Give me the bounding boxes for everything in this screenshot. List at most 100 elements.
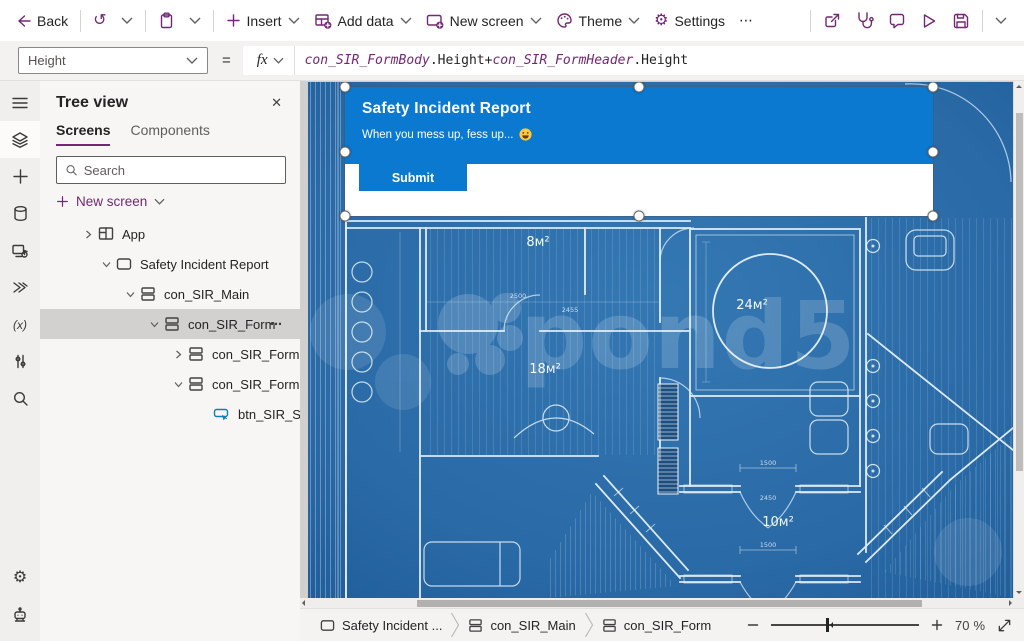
fx-dropdown[interactable]: fx bbox=[243, 46, 294, 75]
clipboard-icon bbox=[158, 12, 175, 29]
smiley-emoji-icon bbox=[519, 128, 532, 141]
tab-components[interactable]: Components bbox=[130, 122, 209, 146]
app-settings-gear-icon[interactable]: ⚙ bbox=[0, 559, 40, 596]
form-container-control[interactable]: Safety Incident Report When you mess up,… bbox=[345, 87, 933, 216]
zoom-percent-value[interactable]: 70 bbox=[955, 618, 969, 633]
insert-button[interactable]: Insert bbox=[219, 5, 307, 37]
tab-screens[interactable]: Screens bbox=[56, 122, 110, 146]
tree-item-container-formheader[interactable]: con_SIR_FormHeader bbox=[40, 339, 300, 369]
breadcrumb-container-form[interactable]: con_SIR_Form bbox=[594, 618, 719, 633]
formula-input[interactable]: con_SIR_FormBody.Height+con_SIR_FormHead… bbox=[295, 53, 689, 68]
scroll-up-arrow[interactable] bbox=[1016, 85, 1022, 88]
search-icon[interactable] bbox=[0, 380, 40, 417]
selection-handle[interactable] bbox=[928, 146, 939, 157]
property-selector[interactable]: Height bbox=[18, 47, 208, 74]
more-options-icon[interactable]: ⋯ bbox=[270, 317, 284, 331]
stethoscope-icon bbox=[855, 11, 874, 30]
breadcrumb-separator bbox=[450, 612, 460, 638]
new-screen-button-panel[interactable]: New screen bbox=[40, 190, 300, 219]
selection-handle[interactable] bbox=[634, 211, 645, 222]
selection-handle[interactable] bbox=[340, 82, 351, 93]
breadcrumb-container-main[interactable]: con_SIR_Main bbox=[460, 618, 583, 633]
scroll-left-arrow[interactable] bbox=[302, 600, 305, 606]
back-button[interactable]: Back bbox=[8, 5, 75, 37]
undo-button[interactable]: ↺ bbox=[86, 5, 113, 37]
vertical-scrollbar[interactable] bbox=[1013, 81, 1024, 598]
virtual-agent-bot-icon[interactable] bbox=[0, 596, 40, 633]
tree-item-container-main[interactable]: con_SIR_Main bbox=[40, 279, 300, 309]
tree-item-container-formbody[interactable]: con_SIR_FormBody bbox=[40, 369, 300, 399]
save-dropdown[interactable] bbox=[988, 5, 1014, 37]
tree-item-screen[interactable]: Safety Incident Report bbox=[40, 249, 300, 279]
paste-button[interactable] bbox=[151, 5, 182, 37]
submit-button[interactable]: Submit bbox=[359, 164, 467, 191]
formula-property-ref: .Height bbox=[633, 53, 688, 68]
tree-item-container-form[interactable]: con_SIR_Form ⋯ bbox=[40, 309, 300, 339]
zoom-out-icon[interactable] bbox=[747, 619, 759, 631]
app-screen-canvas[interactable]: 2500 2455 1500 2450 1500 8м² 24м² 18м² 1… bbox=[308, 82, 1013, 598]
paste-dropdown[interactable] bbox=[182, 5, 208, 37]
save-icon bbox=[952, 12, 970, 30]
media-icon[interactable] bbox=[0, 232, 40, 269]
dimension-label: 1500 bbox=[760, 541, 777, 549]
new-screen-label: New screen bbox=[450, 13, 524, 29]
selection-handle[interactable] bbox=[634, 82, 645, 93]
new-screen-button[interactable]: New screen bbox=[419, 5, 549, 37]
tree-item-app[interactable]: App bbox=[40, 219, 300, 249]
save-button[interactable] bbox=[945, 5, 977, 37]
left-nav-rail: (x) ⚙ bbox=[0, 81, 40, 641]
advanced-tools-icon[interactable] bbox=[0, 343, 40, 380]
search-input[interactable] bbox=[84, 163, 277, 178]
vertical-scrollbar-thumb[interactable] bbox=[1016, 113, 1023, 471]
theme-label: Theme bbox=[579, 13, 623, 29]
selection-handle[interactable] bbox=[340, 146, 351, 157]
breadcrumb-screen[interactable]: Safety Incident ... bbox=[312, 618, 450, 633]
power-automate-icon[interactable] bbox=[0, 269, 40, 306]
screen-icon bbox=[320, 618, 335, 633]
undo-dropdown[interactable] bbox=[114, 5, 140, 37]
dimension-label: 1500 bbox=[760, 459, 777, 467]
share-button[interactable] bbox=[816, 5, 848, 37]
scroll-right-arrow[interactable] bbox=[1009, 600, 1012, 606]
app-checker-button[interactable] bbox=[848, 5, 881, 37]
fx-label: fx bbox=[257, 52, 268, 69]
preview-play-button[interactable] bbox=[913, 5, 945, 37]
zoom-controls: 70 % bbox=[747, 618, 1024, 633]
breadcrumb-label: con_SIR_Form bbox=[624, 618, 711, 633]
horizontal-scrollbar-thumb[interactable] bbox=[417, 600, 922, 607]
insert-icon[interactable] bbox=[0, 158, 40, 195]
zoom-slider-track[interactable] bbox=[771, 624, 919, 626]
zoom-in-icon[interactable] bbox=[931, 619, 943, 631]
container-icon bbox=[602, 618, 617, 633]
settings-button[interactable]: ⚙ Settings bbox=[647, 5, 732, 37]
form-header-container[interactable]: Safety Incident Report When you mess up,… bbox=[345, 87, 933, 164]
data-icon[interactable] bbox=[0, 195, 40, 232]
tree-view-icon[interactable] bbox=[0, 121, 40, 158]
theme-button[interactable]: Theme bbox=[549, 5, 648, 37]
close-panel-icon[interactable]: ✕ bbox=[271, 95, 282, 111]
status-bar: Safety Incident ... con_SIR_Main con_SIR… bbox=[300, 608, 1024, 641]
selection-handle[interactable] bbox=[928, 211, 939, 222]
toolbar-overflow-button[interactable]: ⋯ bbox=[732, 5, 760, 37]
room-label-10m: 10м² bbox=[762, 515, 794, 530]
variables-icon[interactable]: (x) bbox=[0, 306, 40, 343]
comments-button[interactable] bbox=[881, 5, 913, 37]
add-data-button[interactable]: Add data bbox=[307, 5, 419, 37]
container-icon bbox=[468, 618, 483, 633]
tree-item-button-submit[interactable]: btn_SIR_Submit bbox=[40, 399, 300, 429]
fit-to-window-icon[interactable] bbox=[997, 618, 1012, 633]
hamburger-menu-icon[interactable] bbox=[0, 84, 40, 121]
toolbar-divider bbox=[982, 10, 983, 32]
scroll-down-arrow[interactable] bbox=[1016, 591, 1022, 594]
plus-icon bbox=[226, 13, 241, 28]
selection-handle[interactable] bbox=[928, 82, 939, 93]
container-icon bbox=[188, 376, 204, 392]
tree-search-box[interactable] bbox=[56, 156, 286, 184]
zoom-slider-handle[interactable] bbox=[826, 618, 829, 632]
zoom-slider[interactable] bbox=[771, 618, 919, 632]
breadcrumb-label: con_SIR_Main bbox=[490, 618, 575, 633]
horizontal-scrollbar[interactable] bbox=[300, 598, 1024, 608]
screen-icon bbox=[116, 256, 132, 272]
selection-handle[interactable] bbox=[340, 211, 351, 222]
form-body-container[interactable]: Submit bbox=[345, 164, 933, 216]
